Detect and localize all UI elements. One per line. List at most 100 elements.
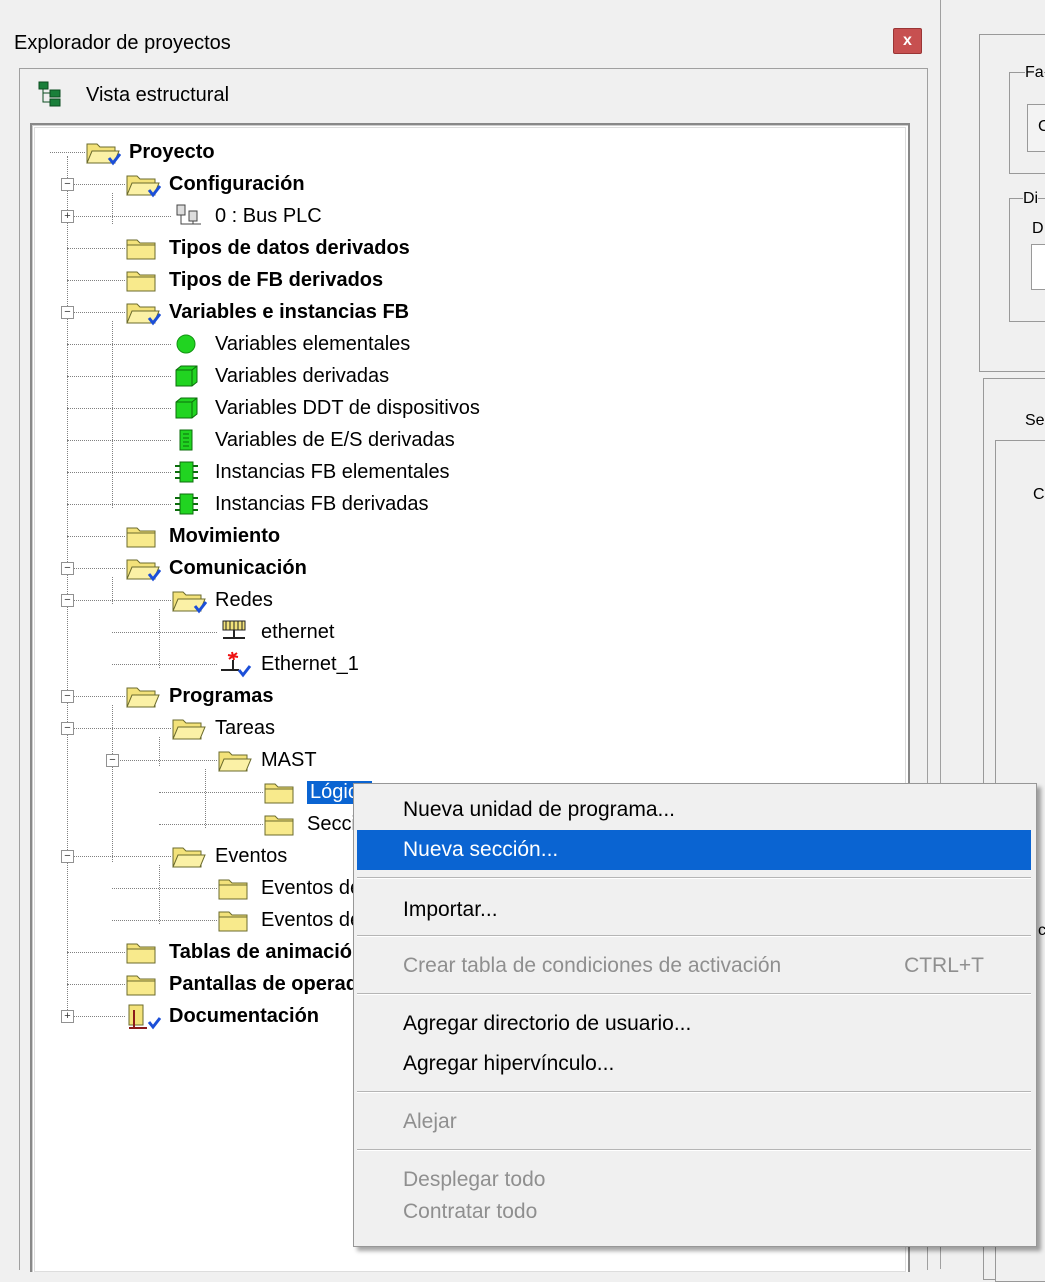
context-menu: Nueva unidad de programa... Nueva sección… [353,783,1037,1247]
tree-node[interactable]: Instancias FB derivadas [35,488,895,520]
context-menu-shortcut: CTRL+T [904,954,984,977]
tree-connector [67,984,125,985]
tree-node[interactable]: Variables derivadas [35,360,895,392]
structure-view-icon [38,81,61,107]
tree-node[interactable]: Movimiento [35,520,895,552]
tree-connector [67,504,171,505]
tree-connector [112,664,217,665]
fb-icon [171,458,201,491]
tree-connector [67,472,171,473]
folder-icon [217,874,253,907]
tree-node-label: Proyecto [129,141,215,163]
tree-connector [159,792,263,793]
tree-node[interactable]: − Configuración [35,168,895,200]
context-menu-item-label: Crear tabla de condiciones de activación [403,954,782,977]
tree-connector [67,312,125,313]
right-label-fa: Fa [1025,64,1044,82]
folder-open-icon [125,298,162,331]
context-menu-item[interactable]: Nueva sección... [357,830,1031,870]
collapse-icon[interactable]: − [61,178,74,191]
menu-separator [357,1091,1031,1093]
folder-icon [263,778,299,811]
tree-node[interactable]: Instancias FB elementales [35,456,895,488]
context-menu-item[interactable]: Importar... [357,890,1031,930]
tree-node[interactable]: Variables de E/S derivadas [35,424,895,456]
tree-node-label: Tipos de FB derivados [169,269,384,291]
tree-node[interactable]: +0 : Bus PLC [35,200,895,232]
context-menu-item-label: Desplegar todo [403,1168,546,1191]
tree-node[interactable]: − Redes [35,584,895,616]
right-field[interactable] [1031,244,1045,290]
network-icon [217,618,251,651]
collapse-icon[interactable]: − [106,754,119,767]
folder-plain-open-icon [217,746,253,779]
tree-node-label: Tareas [215,717,276,739]
collapse-icon[interactable]: − [61,562,74,575]
panel-title-bar: Explorador de proyectos x [0,24,932,62]
collapse-icon[interactable]: − [61,690,74,703]
folder-icon [125,522,161,555]
tree-connector [67,280,125,281]
tree-node[interactable]: Proyecto [35,136,895,168]
tree-node-label: Instancias FB derivadas [215,493,429,515]
bus-icon [171,202,205,235]
right-label-d: D [1032,220,1044,237]
tree-node[interactable]: Tipos de datos derivados [35,232,895,264]
right-label-c1: C [1038,118,1045,135]
tree-node-label: Tablas de animación [169,941,365,963]
expand-icon[interactable]: + [61,1010,74,1023]
tree-node[interactable]: − MAST [35,744,895,776]
tree-connector [112,760,217,761]
tree-node-label: Ethernet_1 [261,653,359,675]
context-menu-item[interactable]: Agregar directorio de usuario... [357,1004,1031,1044]
context-menu-item-label: Nueva sección... [403,838,559,861]
tree-connector [112,920,217,921]
tree-connector [67,440,171,441]
tree-connector [67,376,171,377]
tree-node[interactable]: Ethernet_1 [35,648,895,680]
tree-node[interactable]: − Variables e instancias FB [35,296,895,328]
fb-icon [171,490,201,523]
tree-node-label: Variables derivadas [215,365,390,387]
menu-separator [357,877,1031,879]
right-label-c3: c [1038,922,1045,939]
tree-connector [67,728,171,729]
context-menu-item-label: Importar... [403,898,498,921]
tree-node-label: Documentación [169,1005,320,1027]
tree-node-label: Variables elementales [215,333,411,355]
collapse-icon[interactable]: − [61,850,74,863]
tree-node[interactable]: Variables DDT de dispositivos [35,392,895,424]
folder-icon [125,970,161,1003]
folder-icon [125,266,161,299]
box-icon [171,362,201,395]
folder-open-icon [125,554,162,587]
collapse-icon[interactable]: − [61,722,74,735]
tree-connector [50,152,85,153]
collapse-icon[interactable]: − [61,594,74,607]
close-icon: x [903,32,912,49]
context-menu-item-label: Agregar directorio de usuario... [403,1012,692,1035]
tree-node-label: Variables e instancias FB [169,301,410,323]
context-menu-item: Crear tabla de condiciones de activación… [357,946,1031,986]
close-button[interactable]: x [893,28,922,54]
tree-node[interactable]: − Programas [35,680,895,712]
tree-node[interactable]: − Comunicación [35,552,895,584]
context-menu-item[interactable]: Agregar hipervínculo... [357,1044,1031,1084]
tree-connector [67,856,171,857]
right-label-c2: C [1033,486,1045,503]
right-tab-label[interactable]: Se [1025,412,1045,430]
tree-node[interactable]: ethernet [35,616,895,648]
tree-node[interactable]: Tipos de FB derivados [35,264,895,296]
tree-connector [67,600,171,601]
chip-icon [171,426,201,459]
tree-connector [67,696,125,697]
tree-node[interactable]: Variables elementales [35,328,895,360]
menu-separator [357,993,1031,995]
tree-connector [112,888,217,889]
collapse-icon[interactable]: − [61,306,74,319]
expand-icon[interactable]: + [61,210,74,223]
tree-connector [67,248,125,249]
context-menu-item[interactable]: Nueva unidad de programa... [357,790,1031,830]
menu-separator [357,1149,1031,1151]
tree-node[interactable]: − Tareas [35,712,895,744]
